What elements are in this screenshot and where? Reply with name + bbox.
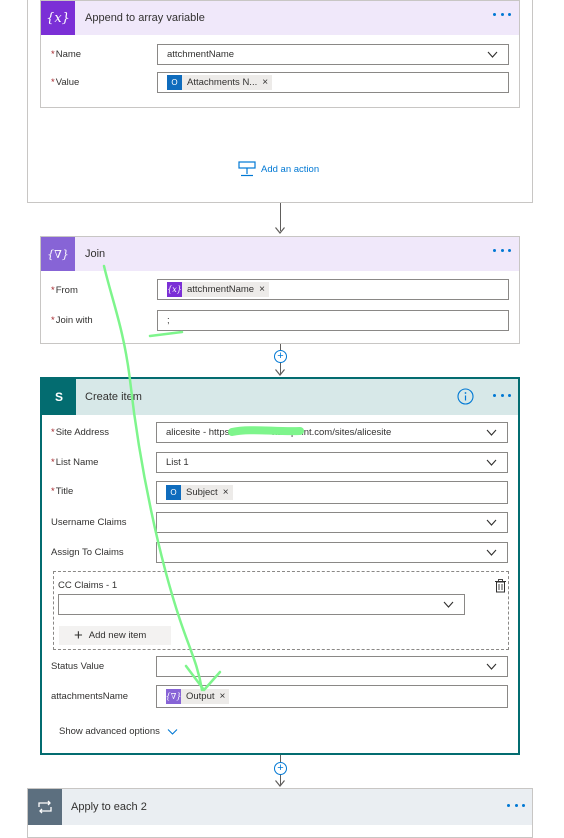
value-field[interactable]: O Attachments N... × xyxy=(157,72,509,93)
connector-arrow-icon xyxy=(275,780,285,787)
add-action-button[interactable]: Add an action xyxy=(238,160,319,178)
list-name-value: List 1 xyxy=(166,457,189,468)
join-card-header[interactable]: {∇} Join xyxy=(41,237,519,271)
list-name-label: *List Name xyxy=(51,457,99,468)
variable-icon: {x} xyxy=(41,1,75,35)
chevron-down-icon[interactable] xyxy=(486,457,497,468)
insert-step-icon[interactable]: + xyxy=(274,350,287,363)
title-field[interactable]: O Subject × xyxy=(156,481,508,504)
chevron-down-icon[interactable] xyxy=(443,599,454,610)
chevron-down-icon[interactable] xyxy=(486,661,497,672)
join-with-value: ; xyxy=(167,315,170,326)
plus-icon: + xyxy=(74,627,83,644)
from-field[interactable]: {x} attchmentName × xyxy=(157,279,509,300)
add-action-icon xyxy=(238,161,256,177)
show-advanced-options-label: Show advanced options xyxy=(59,726,160,737)
from-token-label: attchmentName xyxy=(187,284,255,295)
site-address-value: alicesite - https: harepoint.com/sites/al… xyxy=(166,427,392,438)
add-new-item-button[interactable]: + Add new item xyxy=(59,626,171,645)
apply-to-each-header[interactable]: Apply to each 2 xyxy=(28,789,532,825)
join-with-field[interactable]: ; xyxy=(157,310,509,331)
append-card-header[interactable]: {x} Append to array variable xyxy=(41,1,519,35)
connector-arrow-icon xyxy=(275,227,285,234)
outlook-icon: O xyxy=(166,485,181,500)
append-to-array-card: {x} Append to array variable *Name attch… xyxy=(40,0,520,108)
more-options-icon[interactable] xyxy=(493,249,511,255)
assign-to-claims-label: Assign To Claims xyxy=(51,547,124,558)
join-icon: {∇} xyxy=(166,689,181,704)
from-label: *From xyxy=(51,285,78,296)
more-options-icon[interactable] xyxy=(507,804,525,810)
add-new-item-label: Add new item xyxy=(88,630,147,641)
title-label: *Title xyxy=(51,486,74,497)
remove-token-icon[interactable]: × xyxy=(262,77,268,88)
create-item-title: Create item xyxy=(85,391,142,403)
sharepoint-icon: S xyxy=(42,379,76,415)
output-token[interactable]: {∇} Output × xyxy=(166,689,230,704)
name-value: attchmentName xyxy=(167,49,235,60)
name-label: *Name xyxy=(51,49,82,60)
show-advanced-options-link[interactable]: Show advanced options xyxy=(59,726,178,737)
attachments-token-label: Attachments N... xyxy=(187,77,258,88)
cc-claims-group: CC Claims - 1 + Add new item xyxy=(53,571,509,650)
status-value-label: Status Value xyxy=(51,661,105,672)
chevron-down-icon xyxy=(167,728,178,735)
outlook-icon: O xyxy=(167,75,182,90)
delete-icon[interactable] xyxy=(494,579,507,593)
chevron-down-icon[interactable] xyxy=(486,517,497,528)
info-icon[interactable] xyxy=(457,388,474,405)
join-with-label: *Join with xyxy=(51,315,93,326)
join-card: {∇} Join *From {x} attchmentName × *Join… xyxy=(40,236,520,344)
join-card-title: Join xyxy=(85,248,106,260)
remove-token-icon[interactable]: × xyxy=(220,691,226,702)
chevron-down-icon[interactable] xyxy=(487,49,498,60)
status-value-field[interactable] xyxy=(156,656,508,677)
attachments-name-field[interactable]: {∇} Output × xyxy=(156,685,508,708)
cc-claims-field[interactable] xyxy=(58,594,465,615)
insert-step-icon[interactable]: + xyxy=(274,762,287,775)
loop-icon xyxy=(28,789,62,825)
subject-token-label: Subject xyxy=(186,487,218,498)
username-claims-field[interactable] xyxy=(156,512,508,533)
cc-claims-label: CC Claims - 1 xyxy=(58,580,118,591)
append-card-title: Append to array variable xyxy=(85,12,205,24)
site-address-field[interactable]: alicesite - https: harepoint.com/sites/al… xyxy=(156,422,508,443)
remove-token-icon[interactable]: × xyxy=(259,284,265,295)
attachments-token[interactable]: O Attachments N... × xyxy=(167,75,273,90)
name-field[interactable]: attchmentName xyxy=(157,44,509,65)
more-options-icon[interactable] xyxy=(493,13,511,19)
apply-to-each-title: Apply to each 2 xyxy=(71,801,147,813)
add-action-label: Add an action xyxy=(261,163,320,175)
site-address-label: *Site Address xyxy=(51,427,110,438)
subject-token[interactable]: O Subject × xyxy=(166,485,233,500)
create-item-header[interactable]: S Create item xyxy=(42,379,518,415)
chevron-down-icon[interactable] xyxy=(486,547,497,558)
apply-to-each-card: Apply to each 2 xyxy=(27,788,533,838)
more-options-icon[interactable] xyxy=(493,394,511,400)
attchmentname-token[interactable]: {x} attchmentName × xyxy=(167,282,269,297)
chevron-down-icon[interactable] xyxy=(486,427,497,438)
value-label: *Value xyxy=(51,77,80,88)
username-claims-label: Username Claims xyxy=(51,517,127,528)
attachments-name-label: attachmentsName xyxy=(51,691,129,702)
output-token-label: Output xyxy=(186,691,215,702)
connector-arrow-icon xyxy=(275,369,285,376)
remove-token-icon[interactable]: × xyxy=(223,487,229,498)
create-item-card: S Create item *Site Address alicesite - … xyxy=(40,377,520,755)
variable-icon: {x} xyxy=(167,282,182,297)
list-name-field[interactable]: List 1 xyxy=(156,452,508,473)
assign-to-claims-field[interactable] xyxy=(156,542,508,563)
join-icon: {∇} xyxy=(41,237,75,271)
